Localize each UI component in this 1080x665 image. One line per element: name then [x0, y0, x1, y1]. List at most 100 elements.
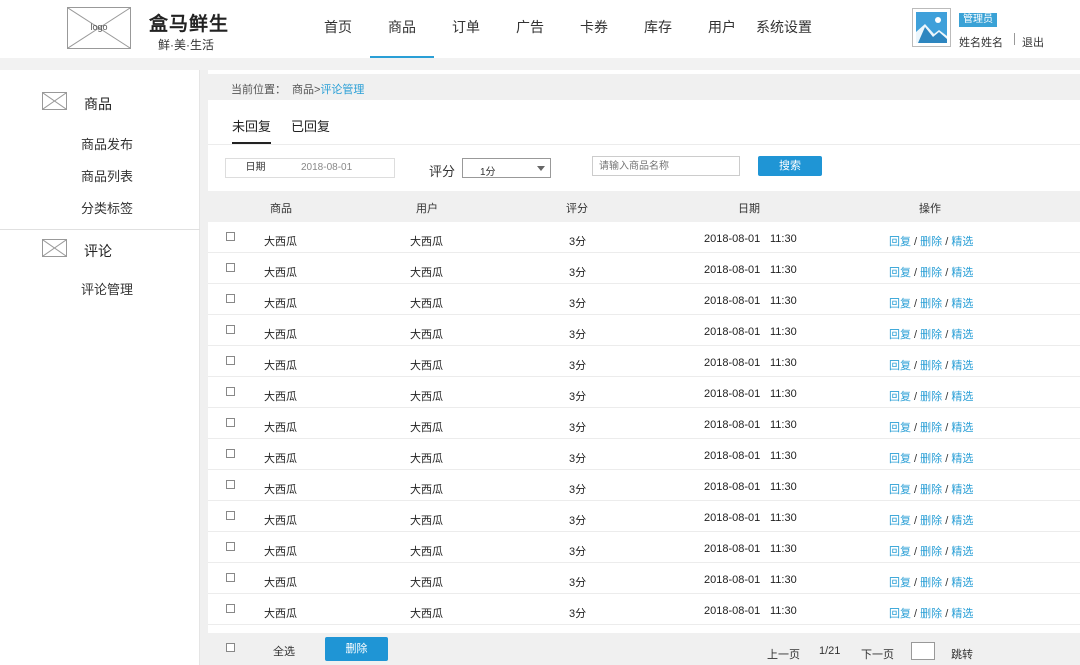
date-filter-input[interactable]: 2018-08-01	[285, 158, 395, 178]
delete-link[interactable]: 删除	[920, 422, 942, 434]
delete-link[interactable]: 删除	[920, 484, 942, 496]
nav-orders[interactable]: 订单	[434, 0, 498, 58]
reply-link[interactable]: 回复	[889, 515, 911, 527]
feature-link[interactable]: 精选	[951, 608, 973, 620]
nav-products[interactable]: 商品	[370, 0, 434, 58]
row-checkbox[interactable]	[226, 232, 235, 241]
row-checkbox[interactable]	[226, 573, 235, 582]
sidebar-item-review-management[interactable]: 评论管理	[81, 279, 133, 298]
next-page-button[interactable]: 下一页	[861, 646, 894, 662]
feature-link[interactable]: 精选	[951, 422, 973, 434]
feature-link[interactable]: 精选	[951, 391, 973, 403]
feature-link[interactable]: 精选	[951, 267, 973, 279]
delete-link[interactable]: 删除	[920, 515, 942, 527]
sidebar-item-product-list[interactable]: 商品列表	[81, 166, 133, 185]
breadcrumb-parent[interactable]: 商品>	[292, 84, 320, 96]
cell-date: 2018-08-01	[704, 419, 761, 431]
logo[interactable]: logo	[67, 7, 131, 49]
cell-product: 大西瓜	[264, 236, 297, 248]
rating-select[interactable]: 1分	[462, 158, 551, 178]
cell-product: 大西瓜	[264, 484, 297, 496]
reply-link[interactable]: 回复	[889, 546, 911, 558]
reply-link[interactable]: 回复	[889, 391, 911, 403]
reply-link[interactable]: 回复	[889, 298, 911, 310]
feature-link[interactable]: 精选	[951, 329, 973, 341]
nav-inventory[interactable]: 库存	[626, 0, 690, 58]
action-separator: /	[911, 422, 921, 434]
role-badge: 管理员	[959, 13, 997, 27]
row-checkbox[interactable]	[226, 511, 235, 520]
row-checkbox[interactable]	[226, 480, 235, 489]
bulk-delete-button[interactable]: 删除	[325, 637, 388, 661]
reply-link[interactable]: 回复	[889, 484, 911, 496]
row-checkbox[interactable]	[226, 418, 235, 427]
reply-link[interactable]: 回复	[889, 360, 911, 372]
feature-link[interactable]: 精选	[951, 577, 973, 589]
row-checkbox[interactable]	[226, 356, 235, 365]
row-checkbox[interactable]	[226, 604, 235, 613]
row-checkbox[interactable]	[226, 449, 235, 458]
row-checkbox[interactable]	[226, 294, 235, 303]
delete-link[interactable]: 删除	[920, 577, 942, 589]
delete-link[interactable]: 删除	[920, 329, 942, 341]
tab-unreplied[interactable]: 未回复	[232, 116, 272, 144]
cell-date: 2018-08-01	[704, 574, 761, 586]
delete-link[interactable]: 删除	[920, 360, 942, 372]
row-checkbox[interactable]	[226, 263, 235, 272]
nav-users[interactable]: 用户	[690, 0, 754, 58]
action-separator: /	[942, 267, 952, 279]
reply-link[interactable]: 回复	[889, 577, 911, 589]
tab-replied[interactable]: 已回复	[291, 116, 330, 144]
cell-product: 大西瓜	[264, 422, 297, 434]
feature-link[interactable]: 精选	[951, 236, 973, 248]
sidebar-item-category-tags[interactable]: 分类标签	[81, 198, 133, 217]
nav-ads[interactable]: 广告	[498, 0, 562, 58]
action-separator: /	[911, 329, 921, 341]
feature-link[interactable]: 精选	[951, 298, 973, 310]
action-separator: /	[942, 608, 952, 620]
cell-rating: 3分	[569, 391, 587, 403]
cell-rating: 3分	[569, 236, 587, 248]
row-checkbox[interactable]	[226, 325, 235, 334]
feature-link[interactable]: 精选	[951, 515, 973, 527]
row-checkbox[interactable]	[226, 542, 235, 551]
nav-home[interactable]: 首页	[306, 0, 370, 58]
reply-link[interactable]: 回复	[889, 236, 911, 248]
nav-coupons[interactable]: 卡券	[562, 0, 626, 58]
product-search-input[interactable]	[592, 156, 740, 176]
delete-link[interactable]: 删除	[920, 267, 942, 279]
row-checkbox[interactable]	[226, 387, 235, 396]
reply-link[interactable]: 回复	[889, 608, 911, 620]
cell-date: 2018-08-01	[704, 388, 761, 400]
logout-link[interactable]: 退出	[1022, 34, 1044, 50]
reply-link[interactable]: 回复	[889, 267, 911, 279]
search-button[interactable]: 搜索	[758, 156, 822, 176]
feature-link[interactable]: 精选	[951, 546, 973, 558]
page-number-input[interactable]	[911, 642, 935, 660]
select-all-label[interactable]: 全选	[273, 643, 295, 659]
delete-link[interactable]: 删除	[920, 391, 942, 403]
delete-link[interactable]: 删除	[920, 453, 942, 465]
sidebar-group-reviews[interactable]: 评论	[84, 241, 112, 261]
nav-settings[interactable]: 系统设置	[754, 0, 814, 58]
user-name[interactable]: 姓名姓名	[959, 34, 1003, 50]
action-separator: /	[942, 577, 952, 589]
reply-link[interactable]: 回复	[889, 422, 911, 434]
delete-link[interactable]: 删除	[920, 546, 942, 558]
avatar[interactable]	[912, 8, 951, 47]
select-all-checkbox[interactable]	[226, 643, 235, 652]
sidebar-item-publish-product[interactable]: 商品发布	[81, 134, 133, 153]
feature-link[interactable]: 精选	[951, 453, 973, 465]
image-placeholder-icon	[916, 12, 947, 43]
prev-page-button[interactable]: 上一页	[767, 646, 800, 662]
feature-link[interactable]: 精选	[951, 484, 973, 496]
feature-link[interactable]: 精选	[951, 360, 973, 372]
sidebar-group-products[interactable]: 商品	[84, 94, 112, 114]
delete-link[interactable]: 删除	[920, 608, 942, 620]
delete-link[interactable]: 删除	[920, 298, 942, 310]
delete-link[interactable]: 删除	[920, 236, 942, 248]
jump-button[interactable]: 跳转	[951, 646, 973, 662]
reply-link[interactable]: 回复	[889, 453, 911, 465]
sidebar: 商品 商品发布 商品列表 分类标签 评论 评论管理	[0, 70, 200, 665]
reply-link[interactable]: 回复	[889, 329, 911, 341]
